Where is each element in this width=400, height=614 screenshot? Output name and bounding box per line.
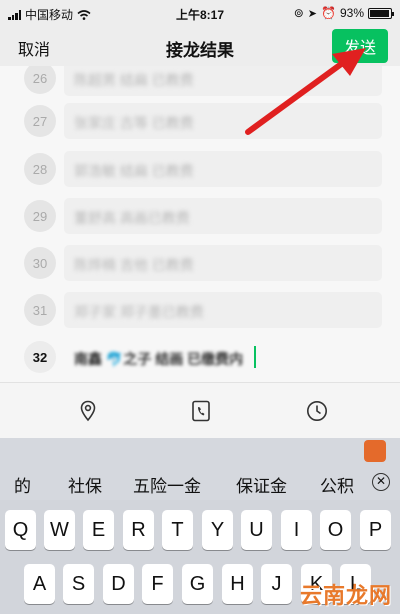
list-item[interactable]: 29 董舒高 高画已教费 (0, 196, 400, 236)
entry-field[interactable]: 董舒高 高画已教费 (64, 198, 382, 234)
entry-field[interactable]: 陈超男 结扁 已教费 (64, 66, 382, 96)
item-number: 30 (24, 247, 56, 279)
entry-field[interactable]: 郭浩敏 结扁 已教费 (64, 151, 382, 187)
candidate-word[interactable]: 社保 (68, 472, 102, 497)
entry-field[interactable]: 郑子家 郑子墨已教费 (64, 292, 382, 328)
keyboard: Q W E R T Y U I O P A S D F G H J K L 云南… (0, 500, 400, 614)
entry-text: 陈烨楠 吉他 已教费 (74, 257, 194, 273)
alarm-icon: ⏰ (321, 6, 336, 20)
candidate-word[interactable]: 保证金 (236, 472, 287, 497)
list-item[interactable]: 26 陈超男 结扁 已教费 (0, 66, 400, 98)
text-cursor (254, 346, 256, 368)
key-q[interactable]: Q (5, 510, 36, 550)
key-u[interactable]: U (241, 510, 272, 550)
key-y[interactable]: Y (202, 510, 233, 550)
item-number: 29 (24, 200, 56, 232)
list-item[interactable]: 30 陈烨楠 吉他 已教费 (0, 243, 400, 283)
key-p[interactable]: P (360, 510, 391, 550)
entry-text: 郑子家 郑子墨已教费 (74, 304, 204, 320)
candidate-word[interactable]: 公积 (320, 472, 354, 497)
phone-icon[interactable] (189, 399, 213, 423)
candidate-bar: 的 社保 五险一金 保证金 公积 ✕ (0, 464, 400, 500)
key-d[interactable]: D (103, 564, 134, 604)
candidate-word[interactable]: 五险一金 (133, 472, 201, 497)
solitaire-list[interactable]: 26 陈超男 结扁 已教费 27 张家庄 古等 已教费 28 郭浩敏 结扁 已教… (0, 66, 400, 382)
key-h[interactable]: H (222, 564, 253, 604)
close-candidates-icon[interactable]: ✕ (372, 473, 390, 491)
send-button[interactable]: 发送 (332, 29, 388, 63)
candidate-word[interactable]: 的 (14, 472, 31, 497)
battery-icon (368, 7, 394, 19)
list-item[interactable]: 27 张家庄 古等 已教费 (0, 101, 400, 141)
key-f[interactable]: F (142, 564, 173, 604)
key-o[interactable]: O (320, 510, 351, 550)
rotation-lock-icon: ⊚ (293, 6, 304, 20)
entry-text: 董舒高 高画已教费 (74, 210, 190, 226)
key-r[interactable]: R (123, 510, 154, 550)
location-pin-icon[interactable] (76, 399, 100, 423)
key-a[interactable]: A (24, 564, 55, 604)
key-g[interactable]: G (182, 564, 213, 604)
clock-icon[interactable] (305, 399, 329, 423)
item-number: 27 (24, 105, 56, 137)
status-right: ⊚ ➤ ⏰ 93% (293, 6, 394, 20)
battery-percent: 93% (339, 6, 364, 20)
keyboard-logo-icon[interactable] (364, 440, 386, 462)
toolbar (0, 382, 400, 438)
location-arrow-icon: ➤ (307, 7, 318, 20)
entry-text: 南鑫 🐬之子 结画 已缴费内 (74, 351, 244, 367)
entry-text: 张家庄 古等 已教费 (74, 115, 194, 131)
key-j[interactable]: J (261, 564, 292, 604)
item-number: 31 (24, 294, 56, 326)
entry-text: 郭浩敏 结扁 已教费 (74, 163, 194, 179)
entry-text: 陈超男 结扁 已教费 (74, 72, 194, 88)
entry-field[interactable]: 张家庄 古等 已教费 (64, 103, 382, 139)
item-number: 32 (24, 341, 56, 373)
list-item-active[interactable]: 32 南鑫 🐬之子 结画 已缴费内 (0, 337, 400, 377)
key-s[interactable]: S (63, 564, 94, 604)
keyboard-top-bar (0, 438, 400, 464)
watermark: 云南龙网 (299, 583, 392, 608)
nav-bar: 取消 接龙结果 发送 (0, 26, 400, 66)
entry-input[interactable]: 南鑫 🐬之子 结画 已缴费内 (64, 339, 382, 375)
item-number: 26 (24, 66, 56, 94)
battery-fill (370, 9, 389, 17)
status-bar: 中国移动 上午8:17 ⊚ ➤ ⏰ 93% (0, 0, 400, 26)
key-i[interactable]: I (281, 510, 312, 550)
list-item[interactable]: 31 郑子家 郑子墨已教费 (0, 290, 400, 330)
key-e[interactable]: E (83, 510, 114, 550)
entry-field[interactable]: 陈烨楠 吉他 已教费 (64, 245, 382, 281)
key-t[interactable]: T (162, 510, 193, 550)
key-w[interactable]: W (44, 510, 75, 550)
item-number: 28 (24, 153, 56, 185)
list-item[interactable]: 28 郭浩敏 结扁 已教费 (0, 149, 400, 189)
